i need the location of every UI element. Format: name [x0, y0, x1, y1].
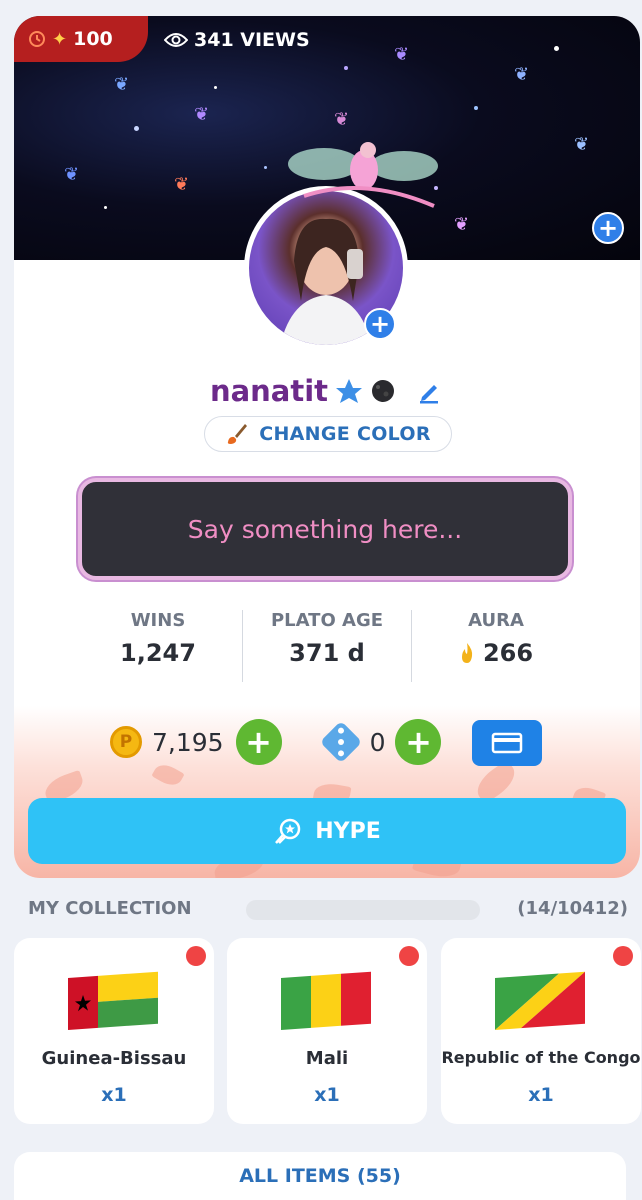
new-indicator [613, 946, 633, 966]
collection-item-mali[interactable]: Mali x1 [227, 938, 427, 1124]
add-dice-button[interactable]: + [395, 719, 442, 765]
new-indicator [399, 946, 419, 966]
all-items-button[interactable]: ALL ITEMS (55) [14, 1152, 626, 1200]
profile-card: ❦ ❦ ❦ ❦ ❦ ❦ ❦ ❦ ❦ ✦ 100 341 VIEWS + + na… [14, 16, 640, 878]
currency-row: P 7,195 + 0 + [110, 716, 442, 768]
stat-value: 1,247 [120, 639, 196, 667]
flame-icon [461, 643, 473, 663]
item-quantity: x1 [101, 1084, 127, 1106]
clock-icon [29, 31, 45, 47]
streak-count: 100 [73, 28, 113, 50]
streak-icon: ✦ [52, 28, 68, 50]
collection-item-republic-of-the-congo[interactable]: Republic of the Congo x1 [441, 938, 641, 1124]
coin-icon: P [110, 726, 142, 758]
plus-icon: + [245, 723, 272, 761]
plus-icon: + [405, 723, 432, 761]
plus-icon: + [597, 214, 619, 242]
item-name: Guinea-Bissau [41, 1048, 187, 1069]
collection-title: MY COLLECTION [28, 898, 192, 919]
item-name: Republic of the Congo [441, 1048, 641, 1067]
hype-button[interactable]: HYPE [28, 798, 626, 864]
coins-value: 7,195 [152, 727, 224, 757]
stat-label: WINS [130, 610, 186, 631]
item-quantity: x1 [314, 1084, 340, 1106]
item-name: Mali [305, 1048, 349, 1069]
username-row: nanatit [14, 368, 640, 414]
avatar-add-button[interactable]: + [364, 308, 396, 340]
item-quantity: x1 [528, 1084, 554, 1106]
change-color-label: CHANGE COLOR [259, 423, 431, 445]
collection-progress-bar [246, 900, 480, 920]
stat-label: PLATO AGE [270, 610, 384, 631]
views-label: 341 VIEWS [194, 29, 310, 51]
stat-label: AURA [468, 610, 524, 631]
bio-input[interactable]: Say something here... [78, 478, 572, 580]
collection-items: Guinea-Bissau x1 Mali x1 Republic of the… [14, 938, 641, 1124]
views-counter: 341 VIEWS [164, 26, 310, 54]
all-items-label: ALL ITEMS (55) [239, 1165, 401, 1187]
wallet-button[interactable] [472, 720, 542, 766]
stat-aura[interactable]: AURA 266 [411, 610, 580, 682]
stats-row: WINS 1,247 PLATO AGE 371 d AURA 266 [74, 610, 580, 682]
stat-plato-age: PLATO AGE 371 d [242, 610, 411, 682]
collection-count: (14/10412) [517, 898, 628, 919]
plus-icon: + [369, 310, 391, 338]
stat-value: 371 d [289, 639, 365, 667]
paintbrush-icon [228, 424, 248, 444]
eye-icon [164, 33, 188, 47]
new-indicator [186, 946, 206, 966]
username: nanatit [209, 374, 329, 408]
collection-item-guinea-bissau[interactable]: Guinea-Bissau x1 [14, 938, 214, 1124]
congo-flag-icon [495, 971, 585, 1030]
collection-header: MY COLLECTION (14/10412) [28, 896, 628, 924]
bio-placeholder: Say something here... [187, 514, 463, 544]
banner-add-button[interactable]: + [592, 212, 624, 244]
moon-badge-icon [372, 380, 395, 402]
mali-flag-icon [281, 971, 371, 1030]
change-color-button[interactable]: CHANGE COLOR [204, 416, 452, 452]
hype-label: HYPE [315, 818, 381, 844]
dice-value: 0 [369, 727, 386, 757]
pencil-icon[interactable] [416, 377, 444, 405]
aura-value-wrap: 266 [459, 639, 533, 667]
streak-badge[interactable]: ✦ 100 [14, 16, 148, 62]
stat-value: 266 [482, 639, 534, 667]
dice-icon [319, 720, 362, 764]
guinea-bissau-flag-icon [68, 971, 158, 1030]
stat-wins: WINS 1,247 [74, 610, 242, 682]
wallet-icon [491, 732, 523, 754]
add-coins-button[interactable]: + [235, 719, 282, 765]
fairy-decoration-icon [288, 142, 438, 208]
hype-icon [275, 818, 301, 844]
star-badge-icon [336, 379, 363, 403]
